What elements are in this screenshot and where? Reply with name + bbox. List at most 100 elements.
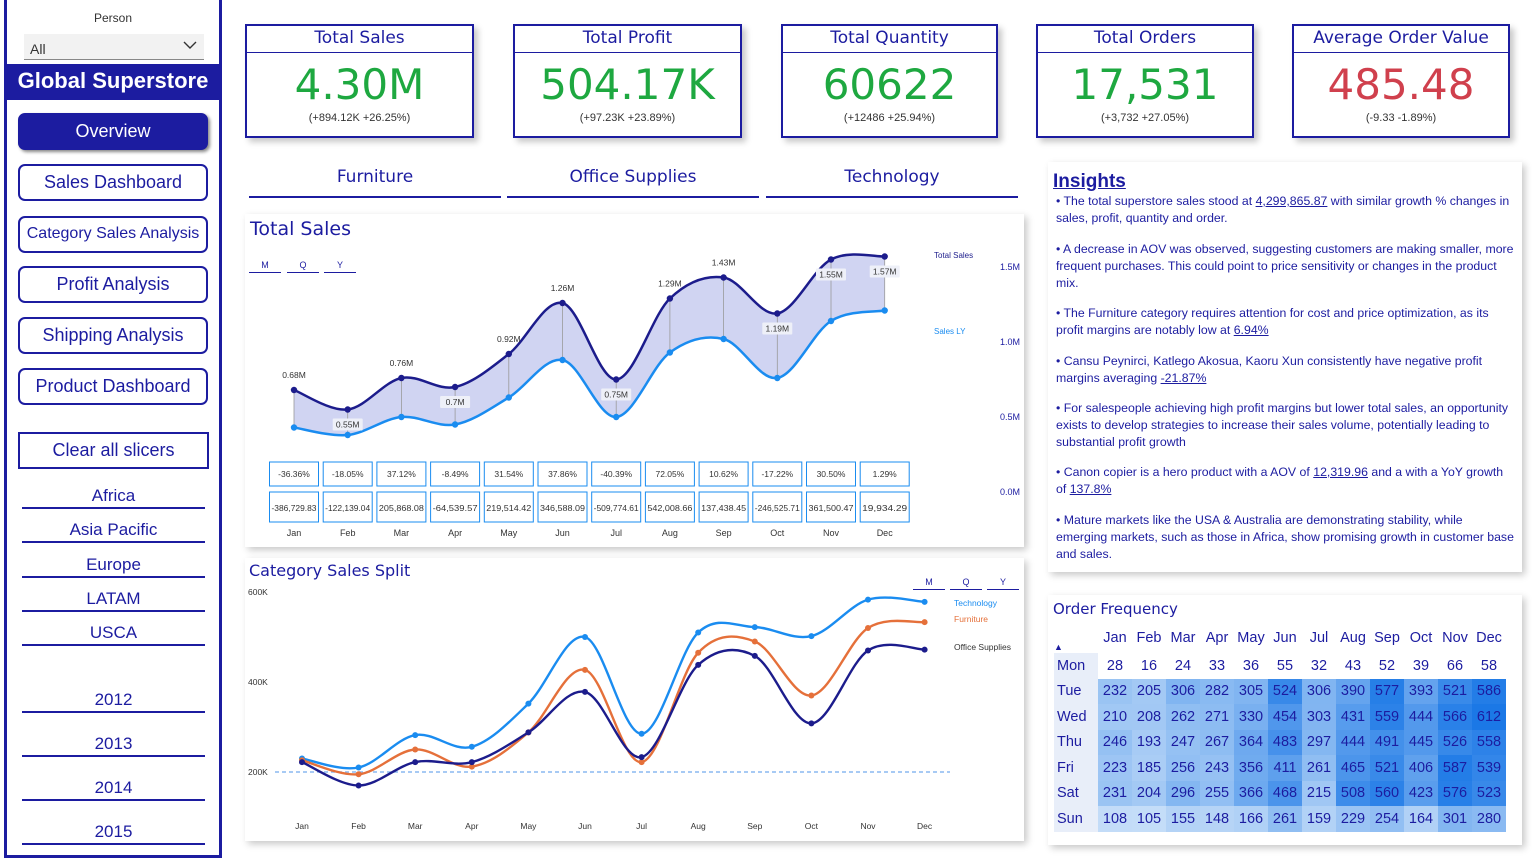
region-slicer-usca[interactable]: USCA bbox=[22, 622, 205, 646]
series-point bbox=[751, 624, 758, 631]
person-dropdown[interactable]: All bbox=[24, 34, 204, 60]
kpi-card-total-profit: Total Profit 504.17K (+97.23K +23.89%) bbox=[513, 24, 742, 138]
heatmap-row-header: Fri bbox=[1054, 755, 1098, 781]
series-point bbox=[299, 759, 305, 766]
heatmap-column-header: Apr bbox=[1205, 630, 1229, 646]
heatmap-cell: 232 bbox=[1098, 678, 1132, 704]
insight-highlight: -21.87% bbox=[1160, 371, 1207, 385]
sales-ly-point bbox=[720, 335, 727, 343]
insight-item: • For salespeople achieving high profit … bbox=[1056, 401, 1509, 449]
clear-all-slicers-button[interactable]: Clear all slicers bbox=[18, 432, 209, 469]
sales-ly-point bbox=[827, 317, 835, 325]
nav-shipping-analysis-button[interactable]: Shipping Analysis bbox=[18, 317, 208, 354]
data-label: 1.43M bbox=[712, 258, 736, 268]
total-sales-point bbox=[559, 299, 566, 307]
heatmap-cell: 393 bbox=[1404, 678, 1438, 704]
series-point bbox=[865, 625, 871, 631]
diff-value: -64,539.57 bbox=[433, 504, 479, 513]
order-frequency-panel: Order Frequency ▲ Jan Feb Mar Apr May Jun Jul Au… bbox=[1048, 595, 1522, 845]
heatmap-cell: 296 bbox=[1166, 780, 1200, 806]
heatmap-cell: 55 bbox=[1268, 653, 1302, 679]
heatmap-row: Mon 28 16 24 33 36 55 32 43 52 39 66 58 bbox=[1054, 653, 1506, 679]
x-tick-label: Sep bbox=[716, 528, 732, 538]
heatmap-cell: 36 bbox=[1234, 653, 1268, 679]
series-point bbox=[582, 666, 588, 673]
nav-category-sales-analysis-button[interactable]: Category Sales Analysis bbox=[18, 216, 208, 253]
data-label: 0.55M bbox=[336, 420, 360, 430]
series-point bbox=[355, 764, 362, 771]
heatmap-column-header: Oct bbox=[1409, 630, 1433, 646]
heatmap-row: Fri 223 185 256 243 356 411 261 465 521 406 587 539 bbox=[1054, 755, 1506, 781]
heatmap-cell: 483 bbox=[1268, 729, 1302, 755]
category-tab-furniture[interactable]: Furniture bbox=[249, 166, 501, 198]
heatmap-cell: 303 bbox=[1302, 704, 1336, 730]
category-tab-technology[interactable]: Technology bbox=[766, 166, 1018, 198]
total-sales-point bbox=[720, 274, 727, 281]
heatmap-cell: 185 bbox=[1132, 755, 1166, 781]
heatmap-column-header: Jul bbox=[1309, 630, 1329, 646]
kpi-title: Total Orders bbox=[1038, 26, 1252, 53]
region-slicer-europe[interactable]: Europe bbox=[22, 554, 205, 578]
heatmap-cell: 330 bbox=[1234, 704, 1268, 730]
pct-change-value: 72.05% bbox=[655, 469, 684, 479]
series-point bbox=[808, 692, 815, 699]
region-slicer-africa[interactable]: Africa bbox=[22, 485, 205, 509]
heatmap-cell: 261 bbox=[1302, 755, 1336, 781]
x-tick-label: Mar bbox=[394, 528, 410, 538]
total-sales-point bbox=[505, 350, 512, 358]
x-tick-label: Dec bbox=[917, 821, 933, 831]
kpi-delta: (+12486 +25.94%) bbox=[843, 112, 936, 124]
region-slicer-latam[interactable]: LATAM bbox=[22, 588, 205, 612]
heatmap-cell: 159 bbox=[1302, 806, 1336, 832]
sales-ly-point bbox=[505, 394, 512, 401]
x-tick-label: Apr bbox=[448, 528, 462, 538]
series-line bbox=[301, 619, 925, 776]
heatmap-cell: 390 bbox=[1336, 678, 1370, 704]
pct-change-value: 30.50% bbox=[817, 469, 846, 479]
heatmap-cell: 229 bbox=[1336, 806, 1370, 832]
heatmap-cell: 105 bbox=[1132, 806, 1166, 832]
year-slicer-2013[interactable]: 2013 bbox=[22, 733, 205, 757]
nav-overview-button[interactable]: Overview bbox=[18, 113, 208, 150]
series-point bbox=[525, 729, 532, 736]
heatmap-row-header: Sun bbox=[1054, 806, 1098, 832]
series-point bbox=[865, 647, 871, 654]
series-point bbox=[582, 634, 588, 640]
nav-sales-dashboard-button[interactable]: Sales Dashboard bbox=[18, 164, 208, 201]
order-frequency-title: Order Frequency bbox=[1053, 600, 1178, 618]
year-slicer-2012[interactable]: 2012 bbox=[22, 689, 205, 713]
heatmap-cell: 524 bbox=[1268, 678, 1302, 704]
heatmap-cell: 204 bbox=[1132, 780, 1166, 806]
insight-item: • Canon copier is a hero product with a … bbox=[1056, 465, 1504, 496]
total-sales-chart: 1.5M 1.0M 0.5M 0.0M 0.68M 0.55M 0.76M 0.7M 0.92M… bbox=[269, 251, 1020, 538]
legend-label: Furniture bbox=[954, 614, 988, 624]
heatmap-cell: 577 bbox=[1370, 678, 1404, 704]
kpi-value: 485.48 bbox=[1327, 60, 1475, 109]
insight-item: • Cansu Peynirci, Katlego Akosua, Kaoru … bbox=[1056, 354, 1483, 385]
region-slicer-asia-pacific[interactable]: Asia Pacific bbox=[22, 519, 205, 543]
series-point bbox=[525, 700, 532, 707]
heatmap-cell: 246 bbox=[1098, 729, 1132, 755]
data-label: 0.76M bbox=[390, 358, 414, 368]
x-tick-label: Nov bbox=[860, 821, 876, 831]
data-label: 1.29M bbox=[658, 279, 682, 289]
heatmap-row: Thu 246 193 247 267 364 483 297 444 491 445 526 558 bbox=[1054, 729, 1506, 755]
year-slicer-2015[interactable]: 2015 bbox=[22, 821, 205, 845]
heatmap-cell: 255 bbox=[1200, 780, 1234, 806]
nav-product-dashboard-button[interactable]: Product Dashboard bbox=[18, 368, 208, 405]
nav-profit-analysis-button[interactable]: Profit Analysis bbox=[18, 266, 208, 303]
year-slicer-2014[interactable]: 2014 bbox=[22, 777, 205, 801]
data-label: 0.7M bbox=[446, 397, 465, 407]
x-tick-label: Jan bbox=[287, 528, 302, 538]
heatmap-cell: 267 bbox=[1200, 729, 1234, 755]
category-tab-office-supplies[interactable]: Office Supplies bbox=[507, 166, 759, 198]
y-tick-label: 200K bbox=[248, 767, 268, 777]
sort-arrow-icon[interactable]: ▲ bbox=[1054, 623, 1098, 653]
series-point bbox=[751, 638, 758, 645]
heatmap-cell: 243 bbox=[1200, 755, 1234, 781]
pct-change-value: 1.29% bbox=[873, 469, 898, 479]
total-sales-point bbox=[290, 386, 298, 394]
insight-item: • The Furniture category requires attent… bbox=[1056, 306, 1489, 337]
diff-value: 137,438.45 bbox=[701, 504, 747, 513]
heatmap-cell: 560 bbox=[1370, 780, 1404, 806]
